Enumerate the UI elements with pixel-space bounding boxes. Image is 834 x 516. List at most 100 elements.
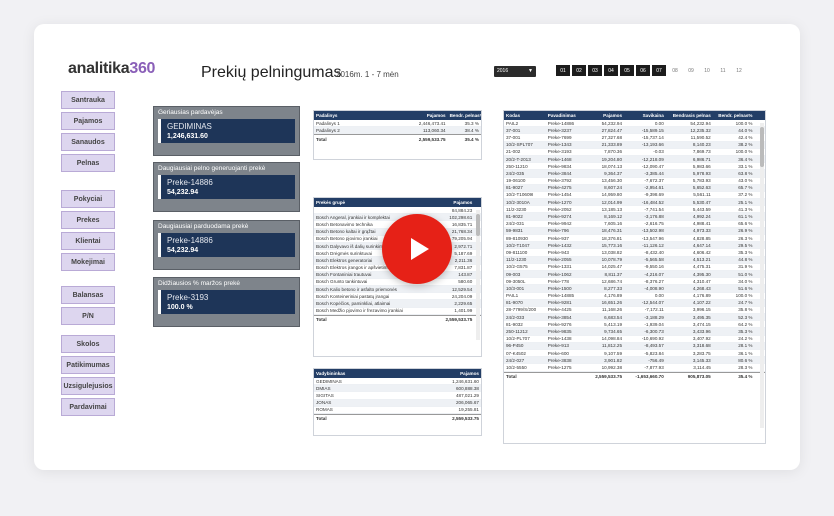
column-header[interactable]: Bendr. pelnas%: [448, 113, 481, 118]
month-button-05[interactable]: 05: [620, 65, 634, 76]
table-row[interactable]: 20/2-T-2013 Preke-1468 19,204.80 -12,218.09…: [504, 155, 765, 164]
table-row[interactable]: 09-003 Preke-1062 8,811.37 -4,216.07 4,395.3…: [504, 270, 765, 279]
column-header[interactable]: Kodas: [504, 113, 546, 118]
table-row[interactable]: ROMAS 19,255.81: [314, 407, 481, 414]
month-button-10[interactable]: 10: [700, 65, 714, 76]
nav-item-santrauka[interactable]: Santrauka: [61, 91, 115, 109]
column-header[interactable]: Pajamos: [431, 371, 481, 376]
table-row[interactable]: 21-002 Preke-3193 7,870.36 -0.03 7,869.73 100…: [504, 149, 765, 156]
nav-item-balansas[interactable]: Balansas: [61, 286, 115, 304]
nav-item-sanaudos[interactable]: Sanaudos: [61, 133, 115, 151]
table-row[interactable]: 11/2-3230 Preke-2052 13,185.13 -7,741.54 5,4…: [504, 206, 765, 214]
table-row[interactable]: 250-11210 Preke-9834 18,074.13 -12,090.47 5,…: [504, 163, 765, 171]
nav-item-klientai[interactable]: Klientai: [61, 232, 115, 250]
table-row[interactable]: 81-9070 Preke-9281 16,651.26 -12,544.07 4,10…: [504, 299, 765, 307]
table-row[interactable]: 09-811100 Preke-943 13,038.82 -8,432.40 4,60…: [504, 249, 765, 257]
table-cell: -7,877.93: [644, 364, 664, 370]
table-row[interactable]: 10/2-PL707 Preke-1438 14,098.84 -10,690.92 3…: [504, 336, 765, 343]
table-row[interactable]: 81-9032 Preke-9276 5,413.19 -1,939.04 3,474.…: [504, 321, 765, 329]
column-header[interactable]: Padalinys: [314, 113, 398, 118]
table-scrollbar[interactable]: [760, 123, 764, 428]
table-row[interactable]: Bosch Grunto tankintuvai 580.60: [314, 279, 481, 287]
table-row[interactable]: 24/2-035 Preke-3844 9,364.37 -3,385.44 5,978…: [504, 170, 765, 178]
table-row[interactable]: PAIL2 Preke-14886 54,232.94 0.00 54,232.94 10…: [504, 120, 765, 128]
nav-item-pelnas[interactable]: Pelnas: [61, 154, 115, 172]
table-row[interactable]: Bosch Konteineriniai pastatų įrangai 24,2…: [314, 293, 481, 301]
table-scrollbar[interactable]: [476, 210, 480, 340]
table-row[interactable]: 07-K4502 Preke-600 9,107.59 -5,823.84 3,283.…: [504, 350, 765, 358]
table-row[interactable]: 250-11212 Preke-9835 9,734.65 -6,300.73 3,43…: [504, 328, 765, 336]
table-row[interactable]: 89-810930 Preke-937 18,376.81 -13,547.96 4,8…: [504, 235, 765, 243]
table-row[interactable]: Bosch Medžio pjovimo ir frezavimo įranki…: [314, 308, 481, 315]
column-header[interactable]: Pavadinimas: [546, 113, 585, 118]
year-select[interactable]: 2016 ▼: [494, 66, 536, 77]
table-row[interactable]: Padalinys 1 2,446,473.41 35.3 %: [314, 120, 481, 128]
table-row[interactable]: 37-001 Preke-7699 27,327.68 -15,737.14 11,59…: [504, 134, 765, 142]
table-cell: -756.49: [648, 357, 664, 363]
table-row[interactable]: DMIAS 600,888.38: [314, 385, 481, 393]
month-button-02[interactable]: 02: [572, 65, 586, 76]
table-row[interactable]: 10/2-T1047 Preke-1432 15,773.16 -11,126.12 4…: [504, 242, 765, 250]
nav-item-skolos[interactable]: Skolos: [61, 335, 115, 353]
table-row[interactable]: 10/3-001 Preke-1500 8,277.33 -4,008.90 4,268…: [504, 285, 765, 293]
table-row[interactable]: 24/2-031 Preke-9942 7,605.16 -2,616.75 4,988…: [504, 221, 765, 228]
table-cell: 59-9831: [506, 228, 523, 234]
nav-item-prekes[interactable]: Prekes: [61, 211, 115, 229]
table-row[interactable]: SIGITAS 487,021.29: [314, 392, 481, 400]
table-cell: 10/2-G575: [506, 264, 528, 270]
nav-item-pokyciai[interactable]: Pokyciai: [61, 190, 115, 208]
table-row[interactable]: GEDIMINAS 1,246,631.60: [314, 378, 481, 386]
table-row[interactable]: 10/2-5550 Preke-1275 10,992.38 -7,877.93 3,1…: [504, 364, 765, 372]
table-row[interactable]: 10/2-SPL707 Preke-1343 21,333.89 -13,193.66…: [504, 141, 765, 149]
table-row[interactable]: 37-001 Preke-3237 27,824.47 -15,589.15 12,23…: [504, 127, 765, 135]
nav-item-uzsigulejusios[interactable]: Uzsigulejusios: [61, 377, 115, 395]
month-button-03[interactable]: 03: [588, 65, 602, 76]
table-row[interactable]: 81-9027 Preke-4275 8,607.24 -2,954.61 5,652.…: [504, 184, 765, 192]
month-button-08[interactable]: 08: [668, 65, 682, 76]
column-header[interactable]: Savikaina: [624, 113, 666, 118]
scrollbar-thumb[interactable]: [476, 214, 480, 236]
kpi-secondary: 100.0 %: [167, 304, 193, 311]
table-row[interactable]: 19-06100 Preke-3792 13,456.30 -7,672.37 5,78…: [504, 178, 765, 185]
table-row[interactable]: Bosch Kalio betono ir asfalto priemonės 1…: [314, 286, 481, 294]
table-row[interactable]: 10/2-3010A Preke-1270 12,014.99 -16,484.52 5…: [504, 199, 765, 207]
table-row[interactable]: 59-9831 Preke-796 18,476.31 -13,502.98 4,973…: [504, 227, 765, 235]
table-row[interactable]: 09-3050L Preke-778 12,686.74 -8,376.27 4,310…: [504, 278, 765, 286]
scrollbar-thumb[interactable]: [760, 127, 764, 167]
column-header[interactable]: Pajamos: [431, 200, 474, 205]
month-button-11[interactable]: 11: [716, 65, 730, 76]
column-header[interactable]: Pajamos: [398, 113, 448, 118]
nav-item-pardavimai[interactable]: Pardavimai: [61, 398, 115, 416]
table-cell: 19,204.80: [601, 156, 623, 162]
table-row[interactable]: PAIL1 Preke-14885 4,176.89 0.00 4,176.89 100.…: [504, 293, 765, 300]
table-row[interactable]: 84,884.23: [314, 207, 481, 215]
table-row[interactable]: 11/2-1230 Preke-2055 10,078.79 -5,565.58 4,5…: [504, 256, 765, 264]
nav-item-p-n[interactable]: P/N: [61, 307, 115, 325]
table-row[interactable]: 81-9022 Preke-9274 8,169.12 -3,176.88 4,992.…: [504, 213, 765, 221]
video-play-button[interactable]: [382, 214, 452, 284]
month-button-04[interactable]: 04: [604, 65, 618, 76]
table-row[interactable]: Padalinys 2 113,060.34 38.4 %: [314, 127, 481, 135]
table-row[interactable]: 10/2-T10609I Preke-1454 14,959.80 -9,398.69…: [504, 192, 765, 200]
table-row[interactable]: 96-P450 Preke-913 11,812.25 -8,493.57 3,318.…: [504, 342, 765, 350]
table-row[interactable]: 24/2-033 Preke-3854 6,683.54 -3,188.29 3,495…: [504, 314, 765, 322]
nav-item-mokejimai[interactable]: Mokejimai: [61, 253, 115, 271]
column-header[interactable]: Pajamos: [585, 113, 624, 118]
table-row[interactable]: JONAS 206,065.67: [314, 399, 481, 407]
table-row[interactable]: 28-7799/S/200 Preke-4425 11,168.26 -7,172.1…: [504, 307, 765, 315]
nav-item-patikimumas[interactable]: Patikimumas: [61, 356, 115, 374]
table-row[interactable]: 24/2-027 Preke-3838 3,901.82 -756.49 3,145.3…: [504, 357, 765, 365]
month-button-06[interactable]: 06: [636, 65, 650, 76]
column-header[interactable]: Bendr. pelnas%: [713, 113, 755, 118]
month-button-07[interactable]: 07: [652, 65, 666, 76]
column-header[interactable]: Vadybininkas: [314, 371, 431, 376]
table-row[interactable]: Bosch Kopėčios, paminkliai, atlaimai 2,22…: [314, 300, 481, 308]
month-button-09[interactable]: 09: [684, 65, 698, 76]
table-row[interactable]: 10/2-G575 Preke-1331 14,025.47 -9,550.16 4,4…: [504, 264, 765, 271]
month-button-01[interactable]: 01: [556, 65, 570, 76]
month-button-12[interactable]: 12: [732, 65, 746, 76]
column-header[interactable]: Prekės grupė: [314, 200, 431, 205]
column-header[interactable]: Bendrasis pelnas: [666, 113, 713, 118]
kpi-value-box: Preke-3193 100.0 %: [158, 290, 295, 314]
nav-item-pajamos[interactable]: Pajamos: [61, 112, 115, 130]
